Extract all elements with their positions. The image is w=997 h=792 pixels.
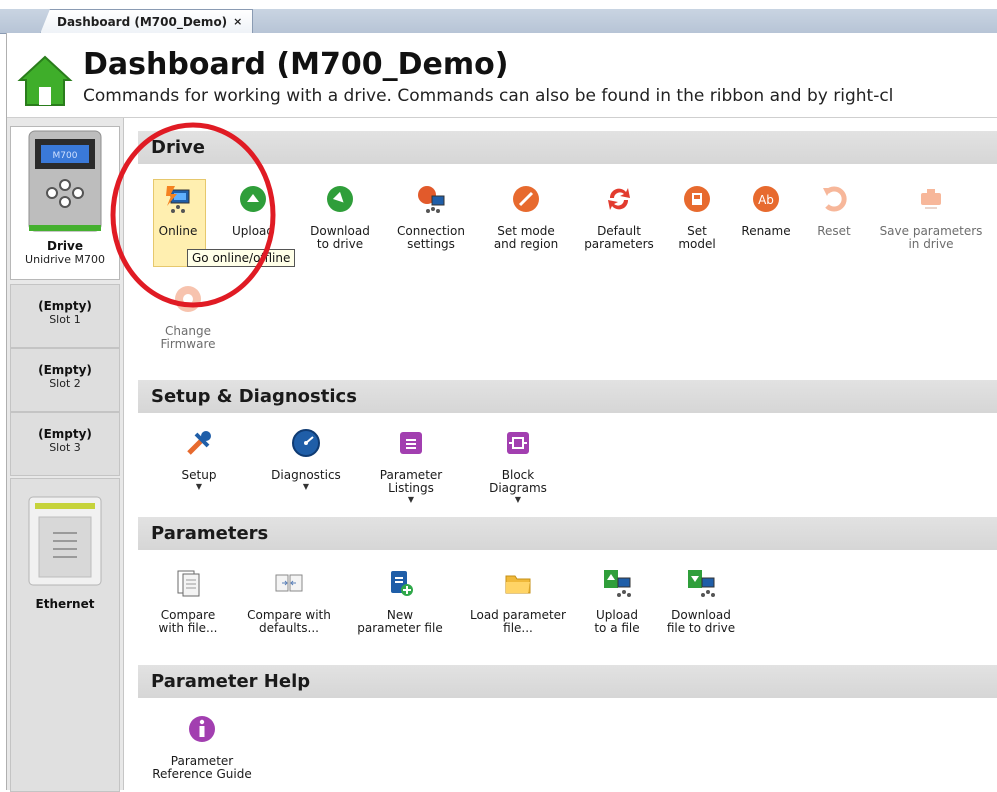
ethernet-slot[interactable]: Ethernet [10, 478, 120, 792]
section-parameters-header: Parameters [138, 517, 997, 550]
setup-dropdown-icon: ▼ [195, 482, 203, 491]
slot-1-subtitle: Slot 1 [49, 313, 81, 326]
parameter-reference-guide-button[interactable]: Parameter Reference Guide [146, 714, 258, 781]
option-slot-3[interactable]: (Empty) Slot 3 [10, 412, 120, 476]
annotation-ellipse [110, 122, 276, 308]
dashboard-header: Dashboard (M700_Demo) Commands for worki… [7, 33, 997, 117]
setup-tools-icon [187, 431, 211, 455]
slot-3-subtitle: Slot 3 [49, 441, 81, 454]
tab-dashboard[interactable]: Dashboard (M700_Demo) × [40, 9, 254, 34]
drive-slot-name: Drive [47, 239, 83, 253]
compare-with-defaults-label: Compare with defaults... [247, 608, 331, 635]
download-to-drive-button[interactable]: Download to drive [304, 184, 376, 251]
new-parameter-file-button[interactable]: New parameter file [352, 568, 448, 635]
parameter-listings-button[interactable]: Parameter Listings ▼ [370, 428, 452, 505]
download-file-to-drive-label: Download file to drive [666, 608, 736, 635]
new-parameter-file-label: New parameter file [357, 608, 443, 635]
reset-icon [823, 186, 847, 212]
parameter-reference-guide-label: Parameter Reference Guide [152, 754, 252, 781]
compare-with-defaults-button[interactable]: Compare with defaults... [240, 568, 338, 635]
rename-button[interactable]: Ab Rename [736, 184, 796, 238]
download-file-to-drive-button[interactable]: Download file to drive [660, 568, 742, 635]
set-mode-region-button[interactable]: Set mode and region [486, 184, 566, 251]
rename-icon: Ab [753, 186, 779, 212]
ethernet-module-icon [28, 496, 102, 586]
tab-label: Dashboard (M700_Demo) [57, 15, 228, 29]
compare-defaults-icon [275, 574, 303, 592]
diagnostics-dropdown-icon: ▼ [302, 482, 310, 491]
ethernet-slot-name: Ethernet [35, 597, 95, 611]
document-tab-strip: Dashboard (M700_Demo) × [0, 0, 997, 34]
compare-file-icon [177, 570, 200, 597]
connection-settings-icon [418, 186, 445, 213]
section-help-header: Parameter Help [138, 665, 997, 698]
load-parameter-file-label: Load parameter file... [470, 608, 566, 635]
rename-label: Rename [741, 224, 791, 238]
save-parameters-label: Save parameters in drive [879, 224, 983, 251]
folder-icon [505, 575, 531, 594]
download-file-to-drive-icon [688, 570, 715, 597]
page-title: Dashboard (M700_Demo) [83, 47, 509, 82]
slot-2-title: (Empty) [38, 363, 92, 377]
tab-close-icon[interactable]: × [233, 10, 242, 34]
reset-label: Reset [817, 224, 851, 238]
compare-with-file-label: Compare with file... [158, 608, 218, 635]
connection-settings-button[interactable]: Connection settings [390, 184, 472, 251]
change-firmware-label: Change Firmware [160, 324, 216, 351]
parameter-listings-label: Parameter Listings [379, 468, 443, 495]
drive-slot-model: Unidrive M700 [25, 253, 105, 266]
download-label: Download to drive [310, 224, 370, 251]
load-parameter-file-button[interactable]: Load parameter file... [462, 568, 574, 635]
slot-3-title: (Empty) [38, 427, 92, 441]
block-diagrams-dropdown-icon: ▼ [514, 495, 522, 504]
set-model-button[interactable]: Set model [670, 184, 724, 251]
set-model-icon [684, 186, 710, 212]
setup-label: Setup [181, 468, 217, 482]
default-parameters-label: Default parameters [584, 224, 654, 251]
upload-to-file-label: Upload to a file [594, 608, 640, 635]
parameter-listings-dropdown-icon: ▼ [407, 495, 415, 504]
connection-settings-label: Connection settings [397, 224, 465, 251]
diagnostics-label: Diagnostics [271, 468, 341, 482]
svg-text:Ab: Ab [758, 193, 774, 207]
new-parameter-file-icon [391, 571, 413, 596]
slot-2-subtitle: Slot 2 [49, 377, 81, 390]
parameter-listings-icon [400, 432, 422, 454]
upload-to-file-icon [604, 570, 631, 597]
page-subtitle: Commands for working with a drive. Comma… [83, 86, 894, 106]
block-diagrams-button[interactable]: Block Diagrams ▼ [477, 428, 559, 505]
upload-to-file-button[interactable]: Upload to a file [586, 568, 648, 635]
default-parameters-button[interactable]: Default parameters [578, 184, 660, 251]
download-icon [327, 186, 353, 212]
save-parameters-icon [921, 189, 941, 209]
slot-1-title: (Empty) [38, 299, 92, 313]
section-setup-header: Setup & Diagnostics [138, 380, 997, 413]
set-mode-label: Set mode and region [493, 224, 559, 251]
home-icon [17, 55, 73, 106]
option-slot-2[interactable]: (Empty) Slot 2 [10, 348, 120, 412]
drive-device-icon: M700 [28, 130, 102, 232]
save-parameters-button[interactable]: Save parameters in drive [872, 184, 990, 251]
default-parameters-icon [608, 188, 630, 210]
info-icon [189, 716, 215, 742]
drive-screen-text: M700 [53, 151, 78, 161]
set-model-label: Set model [678, 224, 716, 251]
reset-button[interactable]: Reset [808, 184, 860, 238]
option-slot-1[interactable]: (Empty) Slot 1 [10, 284, 120, 348]
block-diagrams-icon [507, 432, 529, 454]
setup-button[interactable]: Setup ▼ [168, 428, 230, 492]
diagnostics-button[interactable]: Diagnostics ▼ [264, 428, 348, 492]
diagnostics-gauge-icon [292, 429, 320, 457]
drive-slot[interactable]: M700 Drive Unidrive M700 [10, 126, 120, 280]
block-diagrams-label: Block Diagrams [489, 468, 547, 495]
compare-with-file-button[interactable]: Compare with file... [150, 568, 226, 635]
set-mode-icon [513, 186, 539, 212]
